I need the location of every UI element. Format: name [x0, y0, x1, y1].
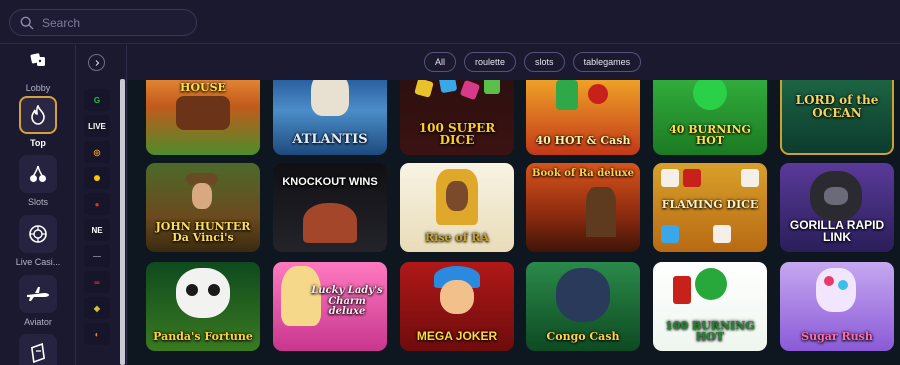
provider-logo-icon: G — [93, 95, 101, 105]
game-tile[interactable]: 40 BURNING HOT — [653, 80, 767, 155]
game-tile[interactable]: Rise of RA — [400, 163, 514, 252]
game-title: FLAMING DICE — [661, 198, 759, 211]
game-title: 100 SUPER DICE — [418, 120, 496, 148]
provider-list: G LIVE ◎ ✺ ● NE — ∞ ◆ ◐ — [84, 89, 118, 349]
game-title: KNOCKOUT WINS — [282, 176, 378, 188]
game-title: ATLANTIS — [292, 132, 368, 148]
game-title: MEGA JOKER — [416, 329, 498, 344]
filter-roulette[interactable]: roulette — [464, 52, 517, 72]
game-title: Lucky Lady's Charm deluxe — [311, 285, 383, 317]
provider-item[interactable]: — — [84, 245, 110, 267]
nav-item-sport[interactable] — [0, 334, 76, 365]
game-title: Sugar Rush — [801, 330, 873, 344]
filter-all[interactable]: All — [424, 52, 457, 72]
provider-item[interactable]: ◆ — [84, 297, 110, 319]
ticket-icon — [19, 334, 57, 365]
search-input[interactable] — [42, 15, 182, 30]
game-title: 100 BURNING HOT — [665, 318, 755, 344]
game-tile[interactable]: MEGA JOKER — [400, 262, 514, 351]
nav-item-lobby[interactable]: Lobby — [0, 41, 76, 93]
provider-logo-icon: ◆ — [93, 303, 101, 313]
provider-logo-icon: ∞ — [94, 277, 100, 287]
nav-label-top: Top — [30, 138, 46, 148]
nav-label-slots: Slots — [27, 197, 48, 207]
nav-label-live-casino: Live Casi... — [15, 257, 61, 267]
cherry-icon — [19, 155, 57, 193]
nav-label-lobby: Lobby — [25, 83, 51, 93]
nav-item-aviator[interactable]: Aviator — [0, 275, 76, 327]
provider-scrollbar[interactable] — [120, 79, 125, 365]
game-tile[interactable]: Sugar Rush — [780, 262, 894, 351]
provider-item[interactable]: ● — [84, 193, 110, 215]
game-tile[interactable]: LORD of the OCEAN — [780, 80, 894, 155]
nav-item-slots[interactable]: Slots — [0, 155, 76, 207]
provider-item[interactable]: ✺ — [84, 167, 110, 189]
provider-logo-icon: NE — [91, 225, 103, 235]
fire-icon — [19, 96, 57, 134]
provider-logo-icon: — — [93, 251, 101, 261]
game-title: LORD of the OCEAN — [795, 93, 879, 120]
game-tile[interactable]: KNOCKOUT WINS — [273, 163, 387, 252]
game-tile[interactable]: FLAMING DICE — [653, 163, 767, 252]
game-tile[interactable]: Lucky Lady's Charm deluxe — [273, 262, 387, 351]
expand-button[interactable] — [88, 54, 105, 71]
roulette-icon — [19, 215, 57, 253]
game-tile[interactable]: 40 HOT & Cash — [526, 80, 640, 155]
provider-logo-icon: ◎ — [93, 147, 101, 157]
game-title: JOHN HUNTER Da Vinci's — [155, 219, 251, 245]
app-root: Lobby Top Slots Live Casi... Aviator — [0, 0, 900, 365]
game-tile[interactable]: JOHN HUNTER Da Vinci's — [146, 163, 260, 252]
game-tile[interactable]: 100 SUPER DICE — [400, 80, 514, 155]
lobby-icon — [19, 41, 57, 79]
game-tile[interactable]: Book of Ra deluxe — [526, 163, 640, 252]
plane-icon — [19, 275, 57, 313]
game-tile[interactable]: GORILLA RAPID LINK — [780, 163, 894, 252]
game-tile[interactable]: Panda's Fortune — [146, 262, 260, 351]
game-title: Congo Cash — [546, 330, 620, 344]
game-title: Panda's Fortune — [153, 330, 253, 344]
game-tile[interactable]: Congo Cash — [526, 262, 640, 351]
game-tile[interactable]: 100 BURNING HOT — [653, 262, 767, 351]
game-title: GORILLA RAPID LINK — [789, 217, 885, 245]
nav-item-top[interactable]: Top — [0, 96, 76, 148]
search-box[interactable] — [9, 9, 197, 36]
chevron-right-icon — [95, 59, 99, 66]
provider-logo-icon: ✺ — [93, 173, 101, 183]
provider-item[interactable]: ◐ — [84, 323, 110, 345]
provider-logo-icon: ◐ — [94, 329, 100, 339]
provider-item[interactable]: LIVE — [84, 115, 110, 137]
scrollbar-thumb[interactable] — [120, 79, 125, 365]
left-nav: Lobby Top Slots Live Casi... Aviator — [0, 45, 76, 365]
game-title: 40 HOT & Cash — [535, 134, 631, 148]
games-grid: HOUSE ATLANTIS 100 SUPER DICE 40 HOT & C… — [128, 80, 900, 365]
game-tile[interactable]: ATLANTIS — [273, 80, 387, 155]
provider-item[interactable]: G — [84, 89, 110, 111]
nav-item-live-casino[interactable]: Live Casi... — [0, 215, 76, 267]
nav-label-aviator: Aviator — [24, 317, 52, 327]
game-title: Rise of RA — [425, 231, 489, 245]
provider-item[interactable]: ◎ — [84, 141, 110, 163]
game-title: HOUSE — [180, 81, 226, 94]
category-filters: All roulette slots tablegames — [424, 52, 642, 72]
search-icon — [20, 16, 34, 29]
game-tile[interactable]: HOUSE — [146, 80, 260, 155]
provider-item[interactable]: ∞ — [84, 271, 110, 293]
provider-item[interactable]: NE — [84, 219, 110, 241]
provider-logo-icon: LIVE — [88, 121, 106, 131]
game-title: Book of Ra deluxe — [532, 168, 634, 179]
provider-logo-icon: ● — [94, 199, 100, 209]
game-title: 40 BURNING HOT — [669, 122, 751, 148]
filter-tablegames[interactable]: tablegames — [572, 52, 642, 72]
provider-sidebar: G LIVE ◎ ✺ ● NE — ∞ ◆ ◐ — [77, 45, 127, 365]
filter-slots[interactable]: slots — [524, 52, 565, 72]
top-bar — [0, 0, 900, 44]
